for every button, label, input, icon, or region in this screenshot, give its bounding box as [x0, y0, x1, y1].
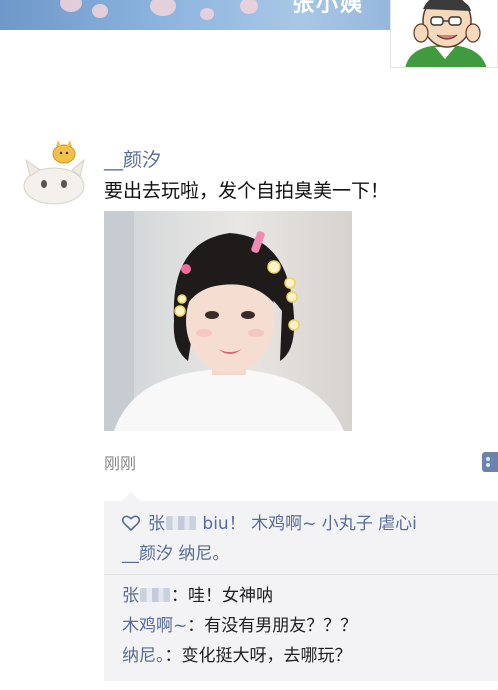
like-name[interactable]: biu！ [202, 514, 245, 534]
comment-text: 哇！女神呐 [188, 586, 273, 606]
comment-item[interactable]: 木鸡啊~：有没有男朋友？？？ [122, 611, 492, 641]
comment-separator: ： [171, 586, 188, 606]
author-avatar[interactable] [20, 140, 90, 206]
comment-separator: ： [164, 646, 182, 666]
like-name[interactable]: 虐心i [378, 514, 417, 534]
cover-blossom [150, 0, 176, 16]
comments-list: 张：哇！女神呐 木鸡啊~：有没有男朋友？？？ 纳尼。：变化挺大呀，去哪玩？ [122, 581, 492, 671]
redacted-name-blur [166, 516, 196, 530]
owner-avatar[interactable] [390, 0, 498, 68]
comment-item[interactable]: 张 ：哇！女神呐 [122, 581, 492, 611]
like-name[interactable]: 小丸子 [322, 514, 373, 534]
cat-bun-avatar-icon [23, 140, 85, 205]
cover-blossom [92, 4, 108, 18]
comment-separator: ： [187, 616, 205, 636]
comment-text: 有没有男朋友？？？ [204, 616, 358, 636]
likes-comments-panel: 张 biu！ 木鸡啊~ 小丸子 虐心i __颜汐 纳尼。 张：哇！女神呐 木鸡啊… [104, 492, 498, 681]
cover-blossom [240, 0, 258, 14]
comment-author[interactable]: 木鸡啊~ [122, 616, 187, 636]
post-selfie-photo[interactable] [104, 211, 352, 431]
like-name[interactable]: 张 [148, 514, 165, 534]
like-name[interactable]: __颜汐 [122, 544, 173, 564]
cartoon-avatar-illustration [391, 0, 497, 67]
post-text: 要出去玩啦，发个自拍臭美一下！ [104, 180, 390, 202]
divider [104, 574, 498, 575]
comment-author[interactable]: 纳尼。 [122, 646, 165, 666]
cover-blossom [200, 8, 214, 20]
cover-blossom [60, 0, 82, 12]
cover-owner-name: 张小姨 [292, 0, 365, 17]
comment-text: 变化挺大呀，去哪玩？ [181, 646, 352, 666]
post-author-name[interactable]: __颜汐 [104, 145, 161, 172]
likes-row: 张 biu！ 木鸡啊~ 小丸子 虐心i __颜汐 纳尼。 [121, 510, 492, 568]
comment-item[interactable]: 纳尼。：变化挺大呀，去哪玩？ [122, 641, 492, 671]
like-name[interactable]: 木鸡啊~ [251, 514, 316, 534]
redacted-name-blur [140, 588, 170, 602]
more-actions-icon[interactable] [482, 452, 498, 472]
heart-outline-icon [121, 512, 142, 540]
like-name[interactable]: 纳尼。 [178, 544, 229, 564]
post-timestamp: 刚刚 [104, 454, 137, 473]
selfie-image [104, 211, 352, 431]
comment-author[interactable]: 张 [122, 586, 139, 606]
